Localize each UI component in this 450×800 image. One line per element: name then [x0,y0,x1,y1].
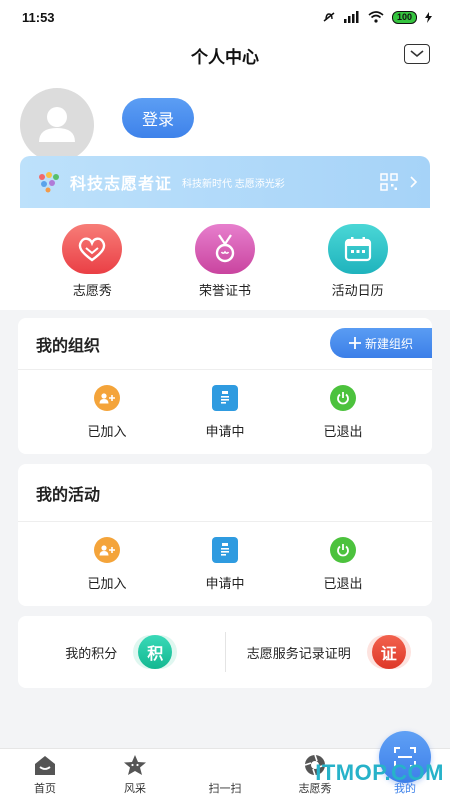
my-points-label: 我的积分 [65,645,118,661]
status-label: 申请中 [205,423,245,439]
org-joined[interactable]: 已加入 [67,384,147,440]
status-time: 11:53 [22,9,55,25]
status-label: 已加入 [87,575,127,591]
heart-hands-icon [62,224,123,274]
my-activities-card: 我的活动 已加入 申请中 已退出 [18,464,432,606]
activity-exited[interactable]: 已退出 [303,536,383,592]
card-header: 我的组织 新建组织 [18,318,432,370]
quick-action-honor-certificate[interactable]: 荣誉证书 [175,208,275,310]
user-add-icon [94,536,120,563]
page-header: 个人中心 [0,34,450,76]
tab-label: 扫一扫 [208,783,242,795]
status-label: 申请中 [205,575,245,591]
volunteer-certificate-card[interactable]: 科技志愿者证 科技新时代 志愿添光彩 [20,156,430,208]
power-icon [330,384,356,411]
charging-icon [425,11,432,23]
status-bar: 11:53 100 [0,0,450,34]
quick-action-volunteer-show[interactable]: 志愿秀 [42,208,142,310]
card-header: 我的活动 [18,464,432,522]
points-badge: 积 [133,635,178,669]
quick-actions: 志愿秀 荣誉证书 活动日历 [0,208,450,310]
power-icon [330,536,356,563]
star-face-icon [124,755,146,775]
calendar-icon [327,224,388,274]
quick-action-label: 荣誉证书 [198,283,251,298]
plus-icon [348,337,361,349]
login-button[interactable]: 登录 [122,98,194,138]
status-label: 已退出 [323,575,363,591]
user-add-icon [94,384,120,411]
new-organization-label: 新建组织 [364,336,413,351]
quick-action-activity-calendar[interactable]: 活动日历 [308,208,408,310]
mute-icon [323,12,335,22]
service-record-entry[interactable]: 志愿服务记录证明 证 [226,635,433,669]
page-title: 个人中心 [191,47,259,67]
signal-icon [343,11,359,23]
medal-icon [194,224,255,274]
card-title: 我的组织 [36,337,101,355]
points-badge-text: 积 [138,635,173,669]
clipboard-icon [212,384,238,411]
tab-home[interactable]: 首页 [0,749,90,800]
org-exited[interactable]: 已退出 [303,384,383,440]
status-label: 已加入 [87,423,127,439]
activity-status-row: 已加入 申请中 已退出 [18,522,432,606]
wifi-icon [368,11,384,23]
tab-scan[interactable]: 扫一扫 [180,731,431,800]
status-icons: 100 [322,10,432,24]
tab-label: 风采 [124,783,146,795]
record-badge-text: 证 [371,635,406,669]
activity-joined[interactable]: 已加入 [67,536,147,592]
battery-indicator: 100 [391,10,417,24]
home-icon [35,756,55,775]
envelope-icon [410,50,424,58]
bottom-tab-bar: 首页 风采 扫一扫 志愿秀 我的 ITMOP.COM [0,731,450,800]
certificate-title: 科技志愿者证 [70,176,173,193]
new-organization-button[interactable]: 新建组织 [330,328,432,358]
qr-code-icon[interactable] [380,173,398,191]
avatar-placeholder-icon [39,107,75,142]
org-applying[interactable]: 申请中 [185,384,265,440]
activity-applying[interactable]: 申请中 [185,536,265,592]
record-badge: 证 [366,635,411,669]
card-title: 我的活动 [36,486,101,504]
status-label: 已退出 [323,423,363,439]
site-watermark: ITMOP.COM [315,760,444,785]
chevron-right-icon [410,176,418,188]
my-points-entry[interactable]: 我的积分 积 [18,635,225,669]
profile-section: 登录 科技志愿者证 科技新时代 志愿添光彩 [0,76,450,208]
avatar[interactable] [20,88,94,162]
tab-style[interactable]: 风采 [90,749,180,800]
tab-label: 首页 [34,783,56,795]
clipboard-icon [212,536,238,563]
service-record-label: 志愿服务记录证明 [246,645,351,661]
certificate-slogan: 科技新时代 志愿添光彩 [182,178,285,190]
quick-action-label: 志愿秀 [72,283,112,298]
my-organization-card: 我的组织 新建组织 已加入 申请中 已退出 [18,318,432,454]
organization-status-row: 已加入 申请中 已退出 [18,370,432,454]
quick-action-label: 活动日历 [331,283,384,298]
message-button[interactable] [404,44,430,64]
certificate-logo-icon [39,172,59,193]
points-card: 我的积分 积 志愿服务记录证明 证 [18,616,432,688]
